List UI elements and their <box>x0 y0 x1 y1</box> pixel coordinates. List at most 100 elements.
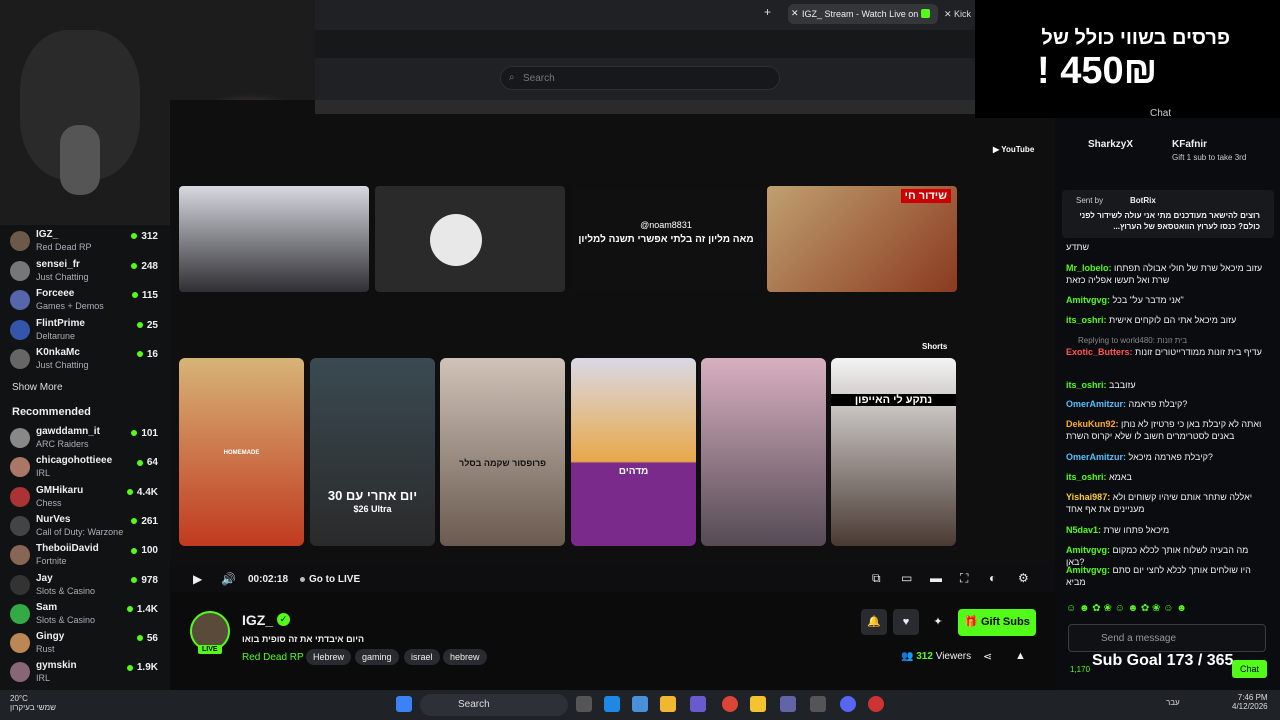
sidebar-channel[interactable]: K0nkaMc Just Chatting 16 <box>8 346 166 374</box>
tag[interactable]: Hebrew <box>306 649 352 665</box>
share-icon[interactable]: ⋖ <box>983 650 992 663</box>
report-icon[interactable]: ▲ <box>1015 650 1026 662</box>
new-tab-button[interactable]: + <box>764 5 771 19</box>
gift-subs-button[interactable]: 🎁 Gift Subs <box>958 609 1036 636</box>
sidebar-channel[interactable]: Gingy Rust 56 <box>8 630 166 658</box>
viewer-count: 64 <box>137 457 158 468</box>
video-thumbnail <box>179 186 369 292</box>
play-button[interactable]: ▶ <box>193 572 202 586</box>
chat-username[interactable]: OmerAmitzur: <box>1066 452 1126 462</box>
show-more-link[interactable]: Show More <box>12 382 63 393</box>
chat-username[interactable]: Mr_lobelo: <box>1066 263 1112 273</box>
emote-bar[interactable]: ☺ ☻ ✿ ❀ ☺ ☻ ✿ ❀ ☺ ☻ <box>1066 603 1266 617</box>
sidebar-channel[interactable]: FlintPrime Deltarune 25 <box>8 317 166 345</box>
chat-input[interactable]: Send a message <box>1068 624 1266 652</box>
settings-gear-icon[interactable]: ⚙ <box>1018 571 1029 585</box>
viewer-count: 👥 312 Viewers <box>901 651 972 662</box>
sidebar-channel[interactable]: GMHikaru Chess 4.4K <box>8 484 166 512</box>
sparkle-icon[interactable]: ✦ <box>925 609 951 635</box>
sidebar-channel[interactable]: Sam Slots & Casino 1.4K <box>8 601 166 629</box>
shorts-heading: Shorts <box>922 342 948 351</box>
store-icon[interactable] <box>632 696 648 712</box>
category-link[interactable]: Red Dead RP <box>242 652 304 663</box>
chat-text: עזוב מיכאל אתי הם לוקחים אישית <box>1109 315 1237 325</box>
channel-category: Slots & Casino <box>36 585 96 596</box>
theater-mode-icon[interactable]: ▬ <box>930 571 942 585</box>
video-thumbnail <box>375 186 565 292</box>
sidebar-channel[interactable]: chicagohottieee IRL 64 <box>8 454 166 482</box>
search-input[interactable]: ⌕ Search <box>500 66 780 90</box>
chat-username[interactable]: Amitvgvg: <box>1066 295 1110 305</box>
tag[interactable]: israel <box>404 649 440 665</box>
tab-kick-stream[interactable]: ✕ IGZ_ Stream - Watch Live on K <box>788 4 938 24</box>
sidebar-channel[interactable]: TheboiiDavid Fortnite 100 <box>8 542 166 570</box>
channel-name[interactable]: IGZ_ <box>242 612 273 628</box>
tag[interactable]: hebrew <box>443 649 487 665</box>
channel-category: ARC Raiders <box>36 439 89 449</box>
teams-icon[interactable] <box>780 696 796 712</box>
sidebar-channel[interactable]: Forceee Games + Demos 115 <box>8 287 166 315</box>
weather-widget[interactable]: 20°C שמשי בעיקרון <box>10 694 56 712</box>
sidebar-channel[interactable]: IGZ_ Red Dead RP 312 <box>8 228 166 256</box>
address-bar-area <box>315 30 975 58</box>
task-view-icon[interactable] <box>576 696 592 712</box>
chat-message: שתדע <box>1066 241 1266 253</box>
sidebar-channel[interactable]: gymskin IRL 1.9K <box>8 659 166 687</box>
channel-category: IRL <box>36 468 51 479</box>
close-tab-icon[interactable]: ✕ <box>791 8 799 19</box>
app-icon[interactable] <box>810 696 826 712</box>
app-icon[interactable] <box>660 696 676 712</box>
avatar <box>10 545 30 566</box>
sidebar-channel[interactable]: sensei_fr Just Chatting 248 <box>8 258 166 286</box>
chat-username[interactable]: Amitvgvg: <box>1066 565 1110 575</box>
viewer-count: 978 <box>131 575 158 586</box>
quality-icon[interactable]: ◐ <box>989 571 996 585</box>
clock[interactable]: 7:46 PM 4/12/2026 <box>1232 693 1268 711</box>
chat-username[interactable]: Exotic_Butters: <box>1066 347 1133 357</box>
taskbar-search[interactable]: Search <box>420 694 568 716</box>
discord-icon[interactable] <box>840 696 856 712</box>
chat-username[interactable]: OmerAmitzur: <box>1066 399 1126 409</box>
start-icon[interactable] <box>396 696 412 712</box>
chat-username[interactable]: its_oshri: <box>1066 380 1107 390</box>
app-icon[interactable] <box>690 696 706 712</box>
avatar <box>10 603 30 624</box>
sidebar-channel[interactable]: NurVes Call of Duty: Warzone 261 <box>8 513 166 541</box>
clip-icon[interactable]: ⧉ <box>872 571 881 586</box>
short-thumbnail: מדהים <box>571 358 696 546</box>
edge-icon[interactable] <box>604 696 620 712</box>
viewer-count: 1.4K <box>127 604 158 615</box>
app-icon[interactable] <box>868 696 884 712</box>
chat-panel <box>1055 100 1280 690</box>
notification-bell-icon[interactable]: 🔔 <box>861 609 887 635</box>
sidebar-channel[interactable]: Jay Slots & Casino 978 <box>8 572 166 600</box>
stream-title: היום איבדתי את זה סופית בואו <box>242 634 365 644</box>
go-to-live-button[interactable]: Go to LIVE <box>300 574 360 585</box>
channel-name: Sam <box>36 601 58 613</box>
language-indicator[interactable]: עבר <box>1166 698 1180 707</box>
chat-send-button[interactable]: Chat <box>1232 660 1267 678</box>
volume-icon[interactable]: 🔊 <box>221 572 236 586</box>
viewer-count: 56 <box>137 633 158 644</box>
chat-username[interactable]: DekuKun92: <box>1066 419 1119 429</box>
sidebar-channel[interactable]: gawddamn_it ARC Raiders 101 <box>8 425 166 453</box>
follow-heart-icon[interactable]: ♥ <box>893 609 919 635</box>
avatar <box>10 290 30 310</box>
viewer-count: 115 <box>132 290 158 301</box>
file-explorer-icon[interactable] <box>750 696 766 712</box>
chat-username[interactable]: its_oshri: <box>1066 315 1107 325</box>
tab-kick[interactable]: ✕ Kick <box>944 4 971 20</box>
chat-username[interactable]: Yishai987: <box>1066 492 1110 502</box>
chrome-icon[interactable] <box>722 696 738 712</box>
live-badge: LIVE <box>198 645 222 654</box>
video-thumbnail: @noam8831 מאה מליון זה בלתי אפשרי תשנה ל… <box>571 186 761 292</box>
tag[interactable]: gaming <box>355 649 399 665</box>
chat-username[interactable]: N5dav1: <box>1066 525 1101 535</box>
chat-username[interactable]: Amitvgvg: <box>1066 545 1110 555</box>
miniplayer-icon[interactable]: ▭ <box>901 571 912 585</box>
fullscreen-icon[interactable]: ⛶ <box>960 571 968 586</box>
channel-name: Jay <box>36 572 53 584</box>
chat-username[interactable]: its_oshri: <box>1066 472 1107 482</box>
pinned-message[interactable]: Sent by BotRix רוצים להישאר מעודכנים מתי… <box>1062 190 1274 238</box>
chat-message: OmerAmitzur: קיבלת פראמה? <box>1066 398 1266 410</box>
